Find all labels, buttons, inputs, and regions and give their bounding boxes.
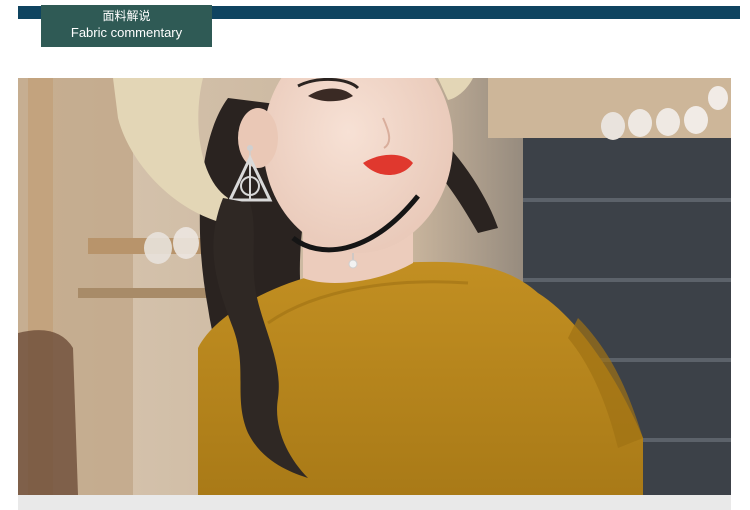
bottom-divider xyxy=(18,495,731,510)
section-title-en: Fabric commentary xyxy=(70,25,183,40)
section-label: 面料解说 Fabric commentary xyxy=(41,5,212,47)
product-photo xyxy=(18,78,731,495)
product-photo-illustration xyxy=(18,78,731,495)
section-title-zh: 面料解说 xyxy=(102,9,151,23)
